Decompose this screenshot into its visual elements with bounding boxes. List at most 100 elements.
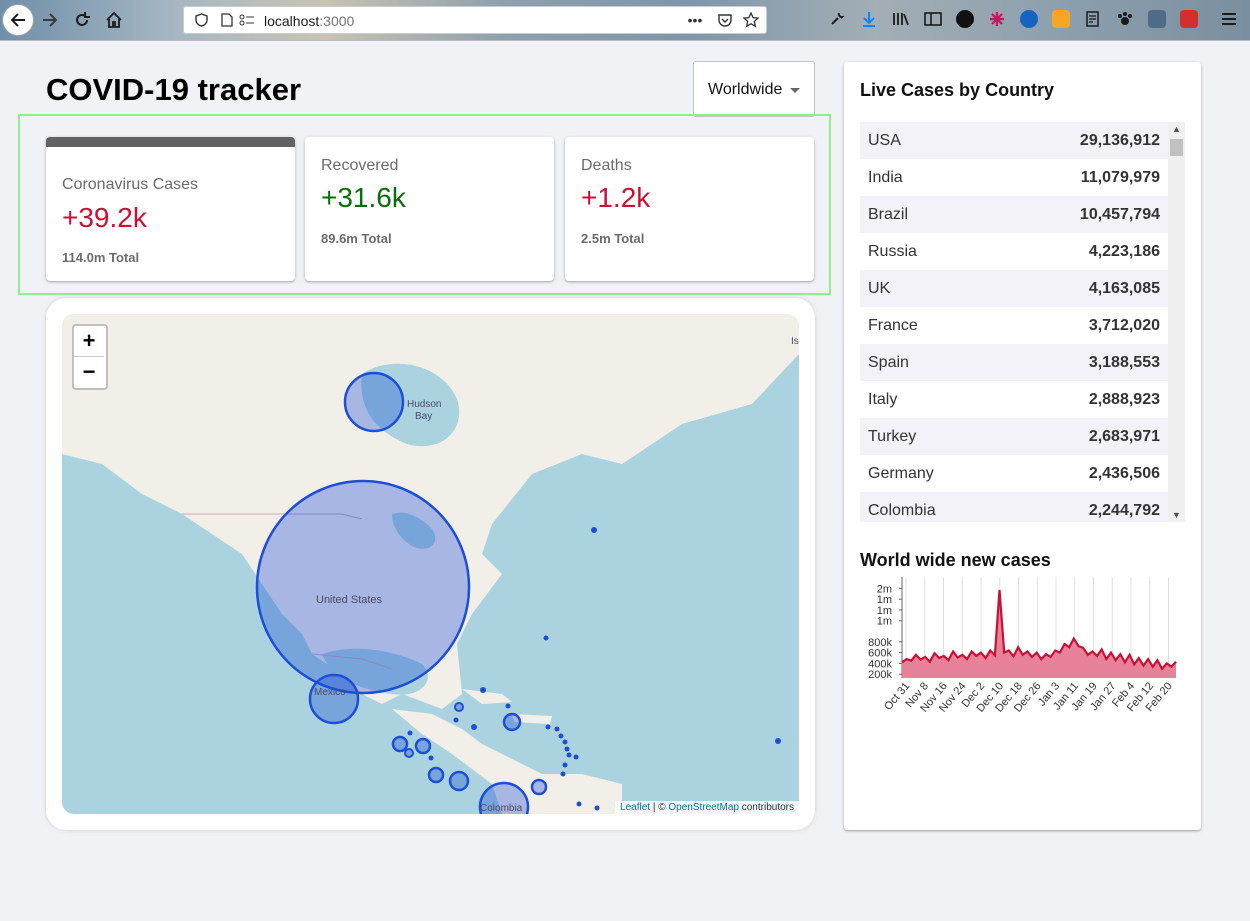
scroll-down-icon[interactable]: ▼ xyxy=(1172,510,1181,520)
country-cases: 3,712,020 xyxy=(1088,317,1160,334)
info-box-deaths[interactable]: Deaths +1.2k 2.5m Total xyxy=(565,137,814,281)
sidebar: Live Cases by Country USA 29,136,912 India… xyxy=(844,62,1201,830)
table-scrollbar[interactable]: ▲ ▼ xyxy=(1168,122,1185,522)
info-box-value: +31.6k xyxy=(321,182,406,213)
map-attribution: Leaflet | © OpenStreetMap contributors xyxy=(615,801,799,814)
country-cases: 4,163,085 xyxy=(1088,280,1160,297)
map-label-bay: Bay xyxy=(415,411,433,422)
case-dot xyxy=(558,733,564,739)
case-dot xyxy=(554,726,560,732)
page-title: COVID-19 tracker xyxy=(46,72,302,107)
table-row: France 3,712,020 xyxy=(860,307,1168,344)
chevron-down-icon xyxy=(790,88,800,93)
country-cases: 29,136,912 xyxy=(1079,132,1160,149)
map-label-mexico: Mexico xyxy=(314,687,346,698)
case-circle-jamaica xyxy=(454,702,464,712)
case-dot xyxy=(562,762,568,768)
y-tick-label: 1m xyxy=(877,616,892,628)
new-cases-heading: World wide new cases xyxy=(860,550,1051,570)
browser-toolbar: localhost:3000 ••• xyxy=(0,0,1250,41)
country-name: USA xyxy=(868,132,901,149)
shield-icon[interactable] xyxy=(192,11,210,29)
case-dot xyxy=(407,730,413,736)
paw-extension-icon[interactable] xyxy=(1116,10,1134,28)
url-text[interactable]: localhost:3000 xyxy=(264,13,354,29)
world-map[interactable]: Hudson Bay United States Mexico Colombia… xyxy=(62,314,799,814)
red-extension-icon[interactable] xyxy=(1180,10,1198,28)
country-cases: 2,436,506 xyxy=(1088,465,1160,482)
info-box-title: Recovered xyxy=(321,157,399,174)
scroll-up-icon[interactable]: ▲ xyxy=(1172,124,1181,134)
asterisk-extension-icon[interactable] xyxy=(988,10,1006,28)
country-dropdown[interactable]: Worldwide xyxy=(693,61,815,117)
zoom-in-button[interactable]: + xyxy=(74,326,104,356)
country-name: France xyxy=(868,317,918,334)
wrench-icon[interactable] xyxy=(828,10,846,28)
case-dot xyxy=(573,754,579,760)
zoom-control: + − xyxy=(72,324,108,390)
page-icon xyxy=(218,11,236,29)
more-actions-icon[interactable]: ••• xyxy=(686,11,704,29)
info-box-total: 89.6m Total xyxy=(321,231,392,246)
osm-link[interactable]: OpenStreetMap xyxy=(668,802,739,813)
country-table[interactable]: USA 29,136,912 India 11,079,979 Brazil 10,457… xyxy=(860,122,1185,522)
case-dot xyxy=(543,635,549,641)
twd-extension-icon[interactable] xyxy=(956,10,974,28)
case-circle-guatemala xyxy=(391,735,409,753)
map-label-corner: Is xyxy=(791,336,799,347)
table-row: Spain 3,188,553 xyxy=(860,344,1168,381)
table-row: Russia 4,223,186 xyxy=(860,233,1168,270)
y-tick-label: 200k xyxy=(868,669,892,681)
reload-icon[interactable] xyxy=(68,6,96,34)
country-name: Spain xyxy=(868,354,909,371)
map-label-colombia: Colombia xyxy=(480,803,523,814)
download-icon[interactable] xyxy=(860,10,878,28)
case-dot xyxy=(545,724,551,730)
country-name: Russia xyxy=(868,243,917,260)
picture-extension-icon[interactable] xyxy=(1148,10,1166,28)
info-box-title: Deaths xyxy=(581,157,632,174)
forward-arrow-icon[interactable] xyxy=(36,6,64,34)
info-box-value: +39.2k xyxy=(62,202,147,233)
country-cases: 10,457,794 xyxy=(1079,206,1160,223)
info-box-recovered[interactable]: Recovered +31.6k 89.6m Total xyxy=(305,137,554,281)
url-bar[interactable]: localhost:3000 ••• xyxy=(183,6,767,34)
case-circle-usa xyxy=(255,479,471,695)
case-circle-cuba xyxy=(502,712,522,732)
permissions-icon[interactable] xyxy=(238,11,256,29)
map-tiles xyxy=(62,314,799,814)
case-dot xyxy=(594,805,600,811)
home-icon[interactable] xyxy=(100,6,128,34)
case-dot xyxy=(775,738,781,744)
zoom-out-button[interactable]: − xyxy=(74,356,104,387)
country-cases: 2,244,792 xyxy=(1088,502,1160,519)
country-name: Turkey xyxy=(868,428,917,445)
pocket-icon[interactable] xyxy=(716,11,734,29)
leaflet-link[interactable]: Leaflet xyxy=(620,802,650,813)
scrollbar-thumb[interactable] xyxy=(1170,139,1183,156)
case-circle-honduras xyxy=(414,737,432,755)
case-circle-elsalvador xyxy=(404,748,414,758)
table-row: Turkey 2,683,971 xyxy=(860,418,1168,455)
library-icon[interactable] xyxy=(892,10,910,28)
sidebar-icon[interactable] xyxy=(924,10,942,28)
table-row: USA 29,136,912 xyxy=(860,122,1168,159)
hamburger-menu-icon[interactable] xyxy=(1220,10,1238,28)
case-dot xyxy=(505,703,511,709)
case-dot xyxy=(560,771,566,777)
country-name: India xyxy=(868,169,903,186)
case-dot xyxy=(564,746,570,752)
globe-extension-icon[interactable] xyxy=(1020,10,1038,28)
back-arrow-icon[interactable] xyxy=(2,4,34,36)
case-dot xyxy=(576,801,582,807)
orange-extension-icon[interactable] xyxy=(1052,10,1070,28)
case-circle-canada xyxy=(343,371,405,433)
notes-icon[interactable] xyxy=(1084,10,1102,28)
info-box-cases[interactable]: Coronavirus Cases +39.2k 114.0m Total xyxy=(46,137,295,281)
case-dot xyxy=(591,527,597,533)
info-box-title: Coronavirus Cases xyxy=(62,176,199,193)
bookmark-star-icon[interactable] xyxy=(742,11,760,29)
map-label-hudson: Hudson xyxy=(407,399,442,410)
case-dot xyxy=(471,724,477,730)
info-box-value: +1.2k xyxy=(581,182,651,213)
